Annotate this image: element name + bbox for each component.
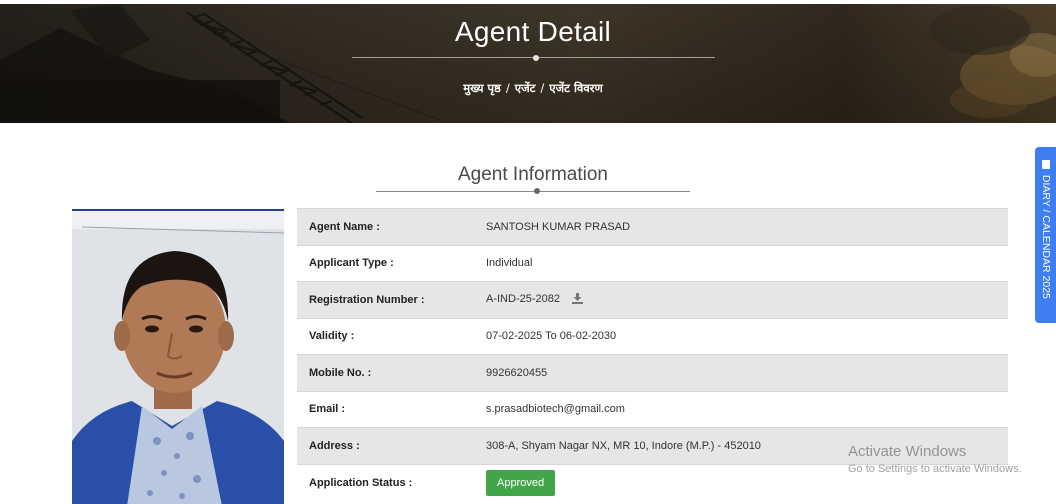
registration-number-label: Registration Number : xyxy=(297,281,474,318)
mobile-label: Mobile No. : xyxy=(297,354,474,391)
agent-name-label: Agent Name : xyxy=(297,208,474,245)
page-title: Agent Detail xyxy=(454,16,612,47)
download-icon[interactable] xyxy=(571,292,583,307)
registration-number-value: A-IND-25-2082 xyxy=(486,292,560,305)
section-underline xyxy=(376,191,690,192)
breadcrumb-separator: / xyxy=(540,81,545,95)
activate-windows-subtitle: Go to Settings to activate Windows. xyxy=(848,463,1022,475)
agent-name-value: SANTOSH KUMAR PRASAD xyxy=(474,208,1008,245)
applicant-type-value: Individual xyxy=(474,244,1008,282)
agent-photo xyxy=(72,209,284,504)
breadcrumb-current: एजेंट विवरण xyxy=(549,81,603,95)
validity-value: 07-02-2025 To 06-02-2030 xyxy=(474,317,1008,355)
banner-top-edge xyxy=(0,0,1056,4)
application-status-label: Application Status : xyxy=(297,463,474,501)
diary-calendar-text: DIARY / CALENDAR 2025 xyxy=(1040,174,1052,299)
book-icon xyxy=(1042,160,1050,169)
applicant-type-label: Applicant Type : xyxy=(297,244,474,282)
agent-detail-page: Agent Detail मुख्य पृष्ठ / एजेंट / एजेंट विव… xyxy=(0,0,1056,504)
table-row: Registration Number : A-IND-25-2082 xyxy=(297,281,1008,318)
table-row: Agent Name : SANTOSH KUMAR PRASAD xyxy=(297,208,1008,245)
status-badge: Approved xyxy=(486,469,556,496)
section-title: Agent Information xyxy=(458,164,608,185)
breadcrumb-agents[interactable]: एजेंट xyxy=(515,81,536,95)
registration-number-cell: A-IND-25-2082 xyxy=(474,281,1008,318)
breadcrumb-separator: / xyxy=(505,81,510,95)
breadcrumb-home[interactable]: मुख्य पृष्ठ xyxy=(463,81,501,95)
table-row: Applicant Type : Individual xyxy=(297,244,1008,282)
email-label: Email : xyxy=(297,390,474,428)
section-underline-dot xyxy=(534,188,540,194)
email-value: s.prasadbiotech@gmail.com xyxy=(474,390,1008,428)
breadcrumb: मुख्य पृष्ठ / एजेंट / एजेंट विवरण xyxy=(0,81,1056,96)
diary-calendar-tab-label[interactable]: DIARY / CALENDAR 2025 xyxy=(1040,160,1052,299)
title-underline-dot xyxy=(533,55,539,61)
table-row: Mobile No. : 9926620455 xyxy=(297,354,1008,391)
table-row: Email : s.prasadbiotech@gmail.com xyxy=(297,390,1008,428)
validity-label: Validity : xyxy=(297,317,474,355)
address-label: Address : xyxy=(297,427,474,464)
page-banner: Agent Detail मुख्य पृष्ठ / एजेंट / एजेंट विव… xyxy=(0,0,1056,123)
activate-windows-title: Activate Windows xyxy=(848,443,967,460)
table-row: Validity : 07-02-2025 To 06-02-2030 xyxy=(297,317,1008,355)
mobile-value: 9926620455 xyxy=(474,354,1008,391)
